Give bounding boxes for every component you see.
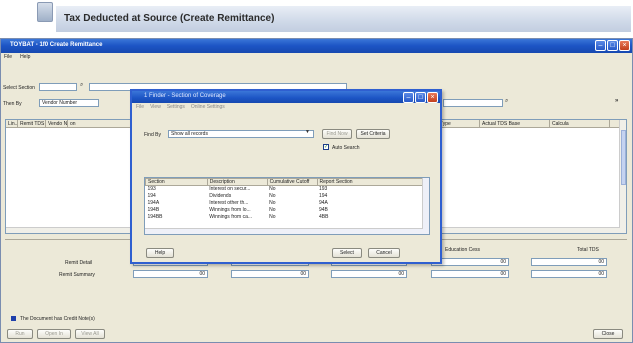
set-criteria-button[interactable]: Set Criteria [356, 129, 390, 139]
document-icon [37, 2, 53, 22]
find-by-select[interactable]: Show all records [168, 130, 314, 138]
then-by-value: Vendor Number [42, 100, 78, 106]
list-row[interactable]: 194B Winnings from lo... No 94B [146, 207, 423, 214]
help-button[interactable]: Help [146, 248, 174, 258]
remit-detail-label: Remit Detail [65, 260, 93, 266]
maximize-icon[interactable]: □ [415, 92, 426, 103]
find-now-button[interactable]: Find Now [322, 129, 352, 139]
col-header[interactable]: Cumulative Cutoff [266, 178, 318, 186]
description-cell: Dividends [209, 193, 232, 199]
remit-summary-value: 00 [431, 270, 509, 278]
window-titlebar: TOYBAT - 1f0 Create Remittance – □ × [1, 39, 632, 53]
grid-vertical-scrollbar[interactable] [619, 120, 626, 233]
col-header[interactable]: Report Section [316, 178, 423, 186]
auto-search-checkbox[interactable]: ✓ [323, 144, 329, 150]
description-cell: Winnings from ca... [209, 214, 253, 220]
list-row[interactable]: 193 Interest on secur... No 193 [146, 186, 423, 193]
run-button[interactable]: Run [7, 329, 33, 339]
menubar: File Help [1, 53, 632, 62]
select-section-label: Select Section [3, 85, 35, 91]
report-section-cell: 193 [319, 186, 328, 193]
col-header[interactable]: Lin... [6, 120, 18, 127]
search-icon[interactable]: ⌕ [505, 98, 508, 105]
list-row[interactable]: 194 Dividends No 194 [146, 193, 423, 200]
remit-summary-value: 00 [531, 270, 607, 278]
col-header[interactable]: Description [206, 178, 268, 186]
view-all-button[interactable]: View All [75, 329, 105, 339]
description-cell: Interest on secur... [209, 186, 251, 193]
section-cell: 194BB [147, 214, 163, 220]
section-cell: 194A [147, 200, 160, 206]
close-button[interactable]: Close [593, 329, 623, 339]
cutoff-cell: No [269, 193, 276, 199]
dialog-menubar: File View Settings Online Settings [136, 104, 225, 110]
dialog-titlebar: 1 Finder - Section of Coverage – □ × [132, 91, 440, 103]
dialog-menu-settings[interactable]: Settings [167, 104, 185, 110]
dialog-title: 1 Finder - Section of Coverage [144, 93, 226, 99]
description-cell: Winnings from lo... [209, 207, 251, 213]
col-header[interactable]: Section [145, 178, 208, 186]
menu-help[interactable]: Help [20, 53, 30, 62]
banner-title: Tax Deducted at Source (Create Remittanc… [64, 13, 275, 24]
section-list: Section Description Cumulative Cutoff Re… [144, 177, 430, 235]
auto-search-label: Auto Search [332, 145, 360, 151]
list-header-row: Section Description Cumulative Cutoff Re… [145, 178, 423, 186]
finder-dialog: 1 Finder - Section of Coverage – □ × Fil… [130, 89, 442, 264]
section-cell: 194B [147, 207, 160, 213]
cutoff-cell: No [269, 207, 276, 213]
minimize-icon[interactable]: – [595, 40, 606, 51]
section-cell: 193 [147, 186, 156, 193]
then-by-label: Then By [3, 101, 22, 107]
then-by-search-input[interactable] [443, 99, 503, 107]
report-section-cell: 94A [319, 200, 328, 206]
maximize-icon[interactable]: □ [607, 40, 618, 51]
credit-note-label: The Document has Credit Note(s) [20, 316, 95, 322]
then-by-select[interactable]: Vendor Number [39, 99, 99, 107]
report-section-cell: 4BB [319, 214, 329, 220]
cutoff-cell: No [269, 186, 276, 193]
minimize-icon[interactable]: – [403, 92, 414, 103]
help-banner: Tax Deducted at Source (Create Remittanc… [0, 0, 633, 40]
chevron-down-icon[interactable]: ▼ [305, 129, 310, 135]
remit-summary-value: 00 [331, 270, 407, 278]
list-row[interactable]: 194BB Winnings from ca... No 4BB [146, 214, 423, 221]
search-icon[interactable]: ⌕ [80, 82, 83, 89]
section-cell: 194 [147, 193, 156, 199]
total-tds-header: Total TDS [577, 247, 599, 253]
menu-file[interactable]: File [4, 53, 12, 62]
find-by-value: Show all records [171, 131, 208, 137]
cancel-button[interactable]: Cancel [368, 248, 400, 258]
list-vertical-scrollbar[interactable] [422, 178, 429, 234]
col-header[interactable]: Remit TDS [18, 120, 46, 127]
description-cell: Interest other th... [209, 200, 249, 206]
fast-forward-icon[interactable]: » [615, 98, 618, 104]
open-in-button[interactable]: Open In [37, 329, 71, 339]
cutoff-cell: No [269, 214, 276, 220]
remit-summary-label: Remit Summary [59, 272, 95, 278]
dialog-menu-file[interactable]: File [136, 104, 144, 110]
select-section-input[interactable] [39, 83, 77, 91]
col-header[interactable]: Actual TDS Base [480, 120, 550, 127]
dialog-menu-view[interactable]: View [150, 104, 161, 110]
credit-note-indicator [11, 316, 16, 321]
list-row[interactable]: 194A Interest other th... No 94A [146, 200, 423, 207]
close-icon[interactable]: × [427, 92, 438, 103]
col-header[interactable]: Vendo Nu [46, 120, 68, 127]
window-title: TOYBAT - 1f0 Create Remittance [10, 42, 103, 48]
report-section-cell: 194 [319, 193, 328, 199]
col-header[interactable]: Calcula [550, 120, 610, 127]
close-icon[interactable]: × [619, 40, 630, 51]
remit-summary-value: 00 [231, 270, 309, 278]
dialog-menu-online-settings[interactable]: Online Settings [191, 104, 225, 110]
list-horizontal-scrollbar[interactable] [145, 228, 423, 234]
report-section-cell: 94B [319, 207, 328, 213]
cutoff-cell: No [269, 200, 276, 206]
remit-detail-value: 00 [431, 258, 509, 266]
education-cess-header: Education Cess [445, 247, 481, 253]
find-by-label: Find By [144, 132, 161, 138]
select-button[interactable]: Select [332, 248, 362, 258]
remit-detail-value: 00 [531, 258, 607, 266]
remit-summary-value: 00 [133, 270, 208, 278]
